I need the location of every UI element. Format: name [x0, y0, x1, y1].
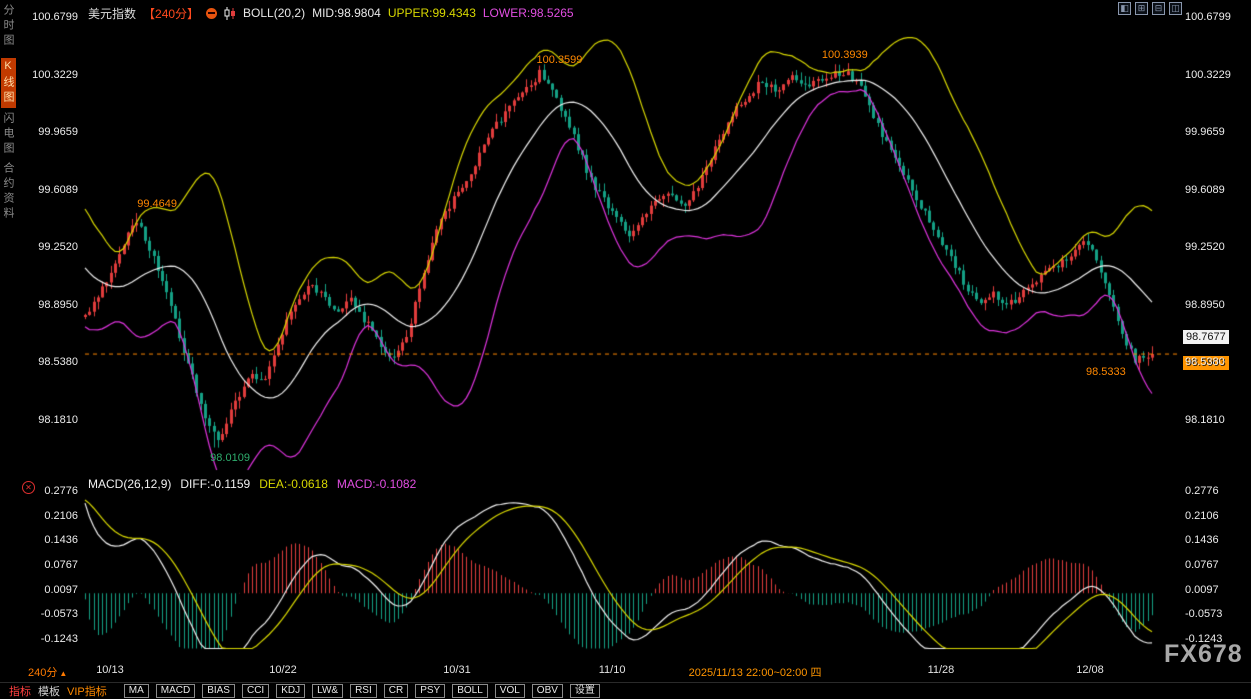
- indicator-button-cci[interactable]: CCI: [242, 684, 269, 698]
- price-axis-label: 98.8950: [1185, 299, 1225, 311]
- macd-axis-label: 0.0767: [1185, 559, 1219, 571]
- price-axis-label: 98.5380: [1185, 356, 1225, 368]
- macd-diff-value: DIFF:-0.1159: [180, 477, 250, 491]
- indicator-button-bias[interactable]: BIAS: [202, 684, 235, 698]
- up-triangle-icon: [57, 667, 67, 679]
- sidebar-item-contract-info[interactable]: 合约资料: [1, 162, 16, 222]
- layout-grid-icon[interactable]: [1135, 2, 1148, 15]
- minus-circle-icon[interactable]: [206, 8, 217, 19]
- indicator-button-psy[interactable]: PSY: [415, 684, 445, 698]
- macd-axis-label: -0.1243: [20, 633, 78, 645]
- price-annotation: 100.3939: [822, 49, 868, 61]
- macd-axis-label: -0.0573: [20, 608, 78, 620]
- macd-axis-label: 0.0767: [20, 559, 78, 571]
- price-axis-label: 100.3229: [1185, 69, 1231, 81]
- candlestick-icon: [224, 7, 236, 20]
- boll-label: BOLL(20,2): [243, 6, 305, 20]
- layout-rows-icon[interactable]: [1152, 2, 1165, 15]
- indicator-button-ma[interactable]: MA: [124, 684, 149, 698]
- crosshair-date: 2025/11/13 22:00~02:00 四: [689, 664, 822, 680]
- macd-axis-label: 0.2106: [1185, 510, 1219, 522]
- boll-upper-value: UPPER:99.4343: [388, 6, 476, 20]
- indicator-button-macd[interactable]: MACD: [156, 684, 195, 698]
- tab-indicator[interactable]: 指标: [9, 683, 31, 699]
- tab-template[interactable]: 模板: [38, 683, 60, 699]
- symbol-name: 美元指数: [88, 5, 136, 22]
- period-tag: 【240分】: [143, 5, 199, 22]
- sidebar-item-lightning-chart[interactable]: 闪电图: [1, 112, 16, 157]
- price-annotation: 99.4649: [137, 198, 177, 210]
- kline-chart-canvas[interactable]: [0, 0, 1251, 699]
- price-axis-label: 98.8950: [20, 299, 78, 311]
- layout-split-left-icon[interactable]: [1118, 2, 1131, 15]
- macd-axis-label: 0.0097: [20, 584, 78, 596]
- price-annotation: 98.5333: [1086, 366, 1126, 378]
- crosshair-price-badge: 98.7677: [1183, 330, 1229, 344]
- indicator-close-icon[interactable]: [22, 481, 35, 494]
- period-selector[interactable]: 240分: [28, 664, 67, 680]
- macd-dea-value: DEA:-0.0618: [259, 477, 328, 491]
- layout-toolbar: [1118, 2, 1182, 15]
- price-axis-label: 99.6089: [20, 184, 78, 196]
- period-label-text: 240分: [28, 667, 57, 679]
- macd-axis-label: -0.0573: [1185, 608, 1222, 620]
- indicator-button-vol[interactable]: VOL: [495, 684, 525, 698]
- macd-axis-label: 0.1436: [20, 534, 78, 546]
- layout-columns-icon[interactable]: [1169, 2, 1182, 15]
- macd-axis-label: 0.2776: [1185, 485, 1219, 497]
- chart-header: 美元指数 【240分】 BOLL(20,2) MID:98.9804 UPPER…: [88, 5, 574, 21]
- sidebar-item-kline-chart[interactable]: K线图: [1, 58, 16, 108]
- boll-lower-value: LOWER:98.5265: [483, 6, 574, 20]
- boll-mid-value: MID:98.9804: [312, 6, 381, 20]
- bottom-toolbar: 指标 模板 VIP指标 MA MACD BIAS CCI KDJ LW& RSI…: [0, 682, 1251, 699]
- time-axis-date: 10/13: [96, 664, 124, 676]
- price-axis-label: 99.2520: [1185, 241, 1225, 253]
- settings-button[interactable]: 设置: [570, 684, 600, 698]
- macd-title: MACD(26,12,9): [88, 477, 171, 491]
- indicator-button-kdj[interactable]: KDJ: [276, 684, 305, 698]
- price-axis-label: 98.1810: [20, 414, 78, 426]
- time-axis-date: 11/28: [928, 664, 955, 676]
- time-axis-date: 12/08: [1076, 664, 1104, 676]
- macd-header: MACD(26,12,9) DIFF:-0.1159 DEA:-0.0618 M…: [88, 477, 416, 491]
- indicator-button-obv[interactable]: OBV: [532, 684, 563, 698]
- watermark: FX678: [1164, 640, 1243, 669]
- price-axis-label: 100.6799: [1185, 11, 1231, 23]
- macd-macd-value: MACD:-0.1082: [337, 477, 416, 491]
- price-axis-label: 99.6089: [1185, 184, 1225, 196]
- price-axis-label: 99.2520: [20, 241, 78, 253]
- macd-axis-label: 0.1436: [1185, 534, 1219, 546]
- time-axis-date: 10/31: [443, 664, 471, 676]
- price-axis-label: 100.3229: [20, 69, 78, 81]
- sidebar-item-time-chart[interactable]: 分时图: [1, 4, 16, 49]
- price-axis-label: 99.9659: [20, 126, 78, 138]
- time-axis: 240分 2025/11/13 22:00~02:00 四 10/13 10/22…: [0, 664, 1251, 680]
- price-axis-label: 100.6799: [20, 11, 78, 23]
- price-axis-label: 98.1810: [1185, 414, 1225, 426]
- price-annotation: 100.3599: [537, 54, 583, 66]
- indicator-button-rsi[interactable]: RSI: [350, 684, 377, 698]
- tab-vip-indicator[interactable]: VIP指标: [67, 683, 107, 699]
- price-axis-label: 99.9659: [1185, 126, 1225, 138]
- time-axis-date: 10/22: [269, 664, 297, 676]
- price-axis-label: 98.5380: [20, 356, 78, 368]
- indicator-button-boll[interactable]: BOLL: [452, 684, 488, 698]
- macd-axis-label: 0.0097: [1185, 584, 1219, 596]
- indicator-button-cr[interactable]: CR: [384, 684, 408, 698]
- indicator-button-lwr[interactable]: LW&: [312, 684, 343, 698]
- time-axis-date: 11/10: [599, 664, 626, 676]
- price-annotation: 98.0109: [210, 452, 250, 464]
- trading-chart-app: 分时图 K线图 闪电图 合约资料 美元指数 【240分】 BOLL(20,2) …: [0, 0, 1251, 699]
- macd-axis-label: 0.2106: [20, 510, 78, 522]
